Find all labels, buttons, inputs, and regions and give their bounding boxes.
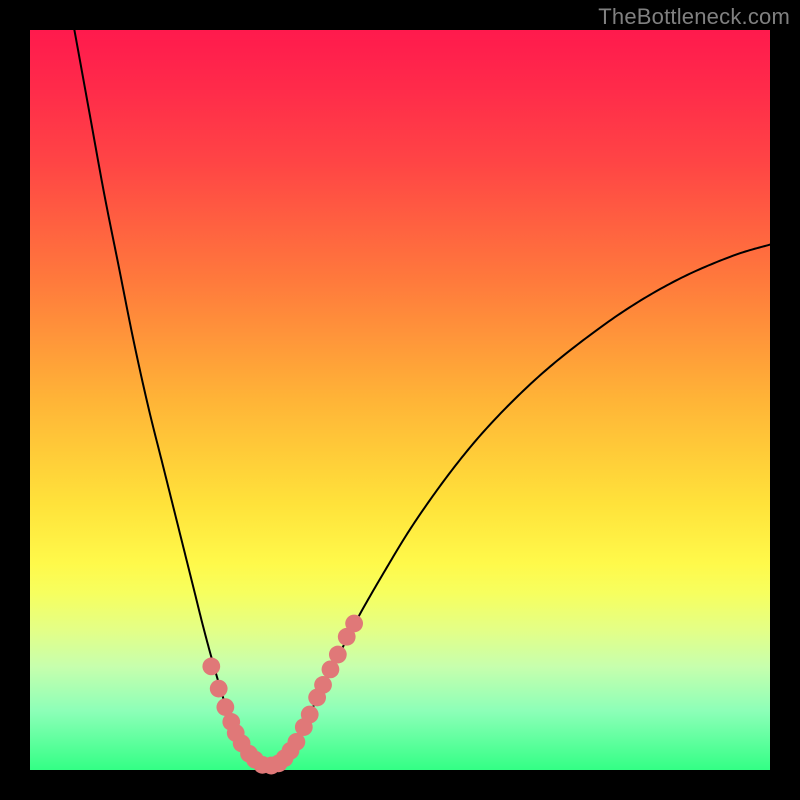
data-marker <box>314 676 332 694</box>
chart-svg <box>30 30 770 770</box>
data-marker <box>301 706 319 724</box>
data-marker <box>210 680 228 698</box>
data-marker <box>329 646 347 664</box>
bottleneck-curve <box>74 30 770 767</box>
data-marker <box>345 615 363 633</box>
marker-layer <box>202 615 363 775</box>
watermark-text: TheBottleneck.com <box>598 4 790 30</box>
data-marker <box>202 658 220 676</box>
chart-frame: TheBottleneck.com <box>0 0 800 800</box>
line-layer <box>74 30 770 767</box>
plot-area <box>30 30 770 770</box>
